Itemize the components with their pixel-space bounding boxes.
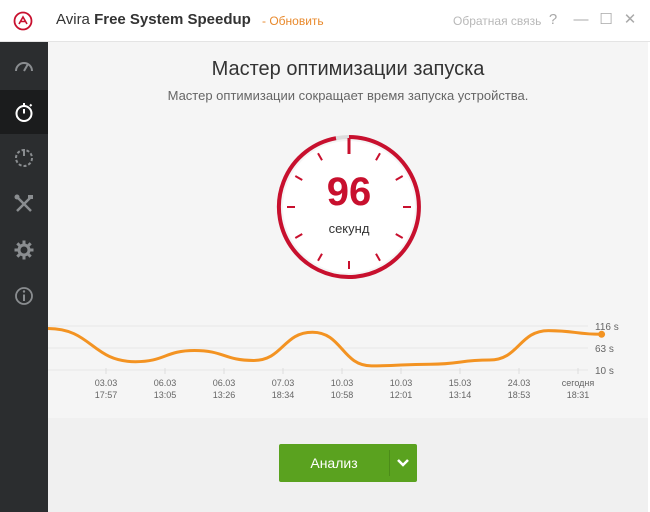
chart-x-tick-label-time: 18:34 (272, 390, 295, 400)
chart-y-tick-label: 63 s (595, 344, 614, 355)
main-panel: Мастер оптимизации запуска Мастер оптими… (48, 42, 648, 512)
sidebar-item-speedometer[interactable] (0, 44, 48, 88)
title-bar: Avira Free System Speedup - Обновить Обр… (0, 0, 650, 42)
maximize-icon[interactable]: ☐ (597, 10, 615, 30)
gear-icon (14, 240, 34, 260)
app-product-name: Free System Speedup (94, 11, 251, 28)
chart-x-tick-label-time: 10:58 (331, 390, 354, 400)
chart-series-line (48, 326, 602, 368)
chart-x-tick-label-time: 18:31 (567, 390, 590, 400)
chart-x-tick-label-time: 13:05 (154, 390, 177, 400)
chart-x-tick-label-date: 10.03 (390, 378, 413, 388)
analyze-button[interactable]: Анализ (279, 444, 417, 482)
chart-x-tick-label-date: 03.03 (95, 378, 118, 388)
update-link[interactable]: - Обновить (262, 14, 324, 28)
sidebar (0, 42, 48, 512)
chart-x-tick-label-date: 07.03 (272, 378, 295, 388)
chart-x-tick-label-time: 13:26 (213, 390, 236, 400)
chart-x-tick-label-time: 17:57 (95, 390, 118, 400)
chart-x-tick-label-time: 12:01 (390, 390, 413, 400)
chevron-down-icon (397, 459, 409, 467)
sidebar-item-tools[interactable] (0, 182, 48, 226)
app-brand: Avira (56, 11, 90, 28)
chart-y-tick-label: 116 s (595, 322, 619, 333)
analyze-dropdown-toggle[interactable] (389, 444, 417, 482)
chart-x-tick-label-date: 06.03 (154, 378, 177, 388)
chart-x-tick-label-date: сегодня (562, 378, 595, 388)
dial-value: 96 (326, 170, 372, 214)
speedometer-icon (15, 62, 33, 72)
chart-x-tick-label-time: 18:53 (508, 390, 531, 400)
page-title: Мастер оптимизации запуска (211, 58, 485, 80)
avira-umbrella-icon (13, 11, 33, 31)
close-icon[interactable]: ✕ (621, 10, 639, 30)
sidebar-item-info[interactable] (0, 274, 48, 318)
chart-x-tick-label-date: 10.03 (331, 378, 354, 388)
chart-x-tick-label-date: 06.03 (213, 378, 236, 388)
tools-icon (14, 194, 33, 212)
chart-x-tick-label-date: 24.03 (508, 378, 531, 388)
sidebar-item-settings[interactable] (0, 228, 48, 272)
chart-x-tick-label-date: 15.03 (449, 378, 472, 388)
sidebar-item-power[interactable] (0, 136, 48, 180)
sidebar-item-stopwatch[interactable] (0, 90, 48, 134)
stopwatch-icon (15, 103, 33, 122)
feedback-link[interactable]: Обратная связь (453, 14, 541, 28)
power-icon (15, 149, 33, 167)
chart-x-tick-label-time: 13:14 (449, 390, 472, 400)
chart-y-tick-label: 10 s (595, 366, 614, 377)
dial-unit: секунд (328, 221, 370, 236)
info-icon (15, 287, 33, 305)
help-icon[interactable]: ? (544, 10, 562, 30)
analyze-button-label: Анализ (310, 455, 358, 471)
app-title: Avira Free System Speedup (56, 11, 251, 28)
page-subtitle: Мастер оптимизации сокращает время запус… (167, 88, 529, 103)
minimize-icon[interactable]: — (572, 10, 590, 30)
boot-time-dial: 96 секунд (274, 132, 424, 282)
